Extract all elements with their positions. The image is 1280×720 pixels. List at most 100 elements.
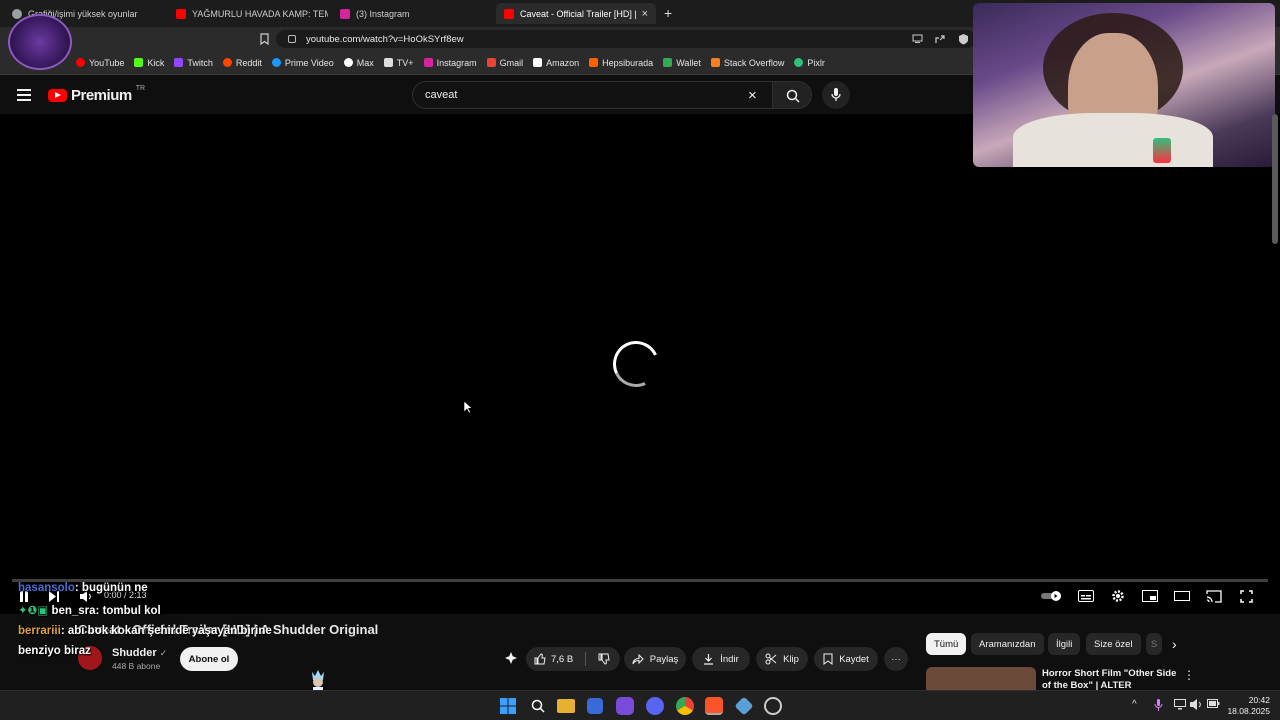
system-clock[interactable]: 20:42 18.08.2025 [1226, 695, 1270, 717]
recommendation-menu-icon[interactable]: ⋮ [1183, 668, 1195, 682]
chip-from-search[interactable]: Aramanızdan [971, 633, 1044, 655]
streamer-logo-overlay [8, 14, 72, 70]
search-icon [786, 89, 800, 103]
app-icon-3[interactable] [764, 697, 782, 715]
tab-favicon-icon [12, 8, 22, 19]
youtube-premium-logo[interactable]: Premium TR [48, 85, 145, 104]
share-button[interactable]: Paylaş [624, 647, 686, 671]
subscribe-button[interactable]: Abone ol [180, 647, 238, 671]
like-button[interactable]: 7,6 B [534, 653, 573, 665]
hamburger-menu-icon[interactable] [17, 89, 31, 101]
bookmark-instagram[interactable]: Instagram [423, 58, 477, 68]
video-player[interactable]: 0:00 / 2:13 [0, 114, 1280, 614]
app-icon-2[interactable] [734, 696, 754, 716]
settings-button[interactable] [1108, 586, 1128, 606]
recommendation-title[interactable]: Horror Short Film "Other Side of the Box… [1042, 668, 1180, 690]
bookmark-gmail[interactable]: Gmail [486, 58, 523, 68]
start-button[interactable] [498, 696, 518, 716]
channel-name[interactable]: Shudder ✓ [112, 647, 167, 659]
bookmark-wallet[interactable]: Wallet [663, 58, 701, 68]
microphone-icon[interactable] [1154, 699, 1163, 711]
youtube-favicon-icon [504, 8, 514, 19]
amazon-icon [533, 58, 543, 67]
page-scrollbar[interactable] [1272, 114, 1278, 244]
chip-for-you[interactable]: Size özel [1086, 633, 1141, 655]
cast-button[interactable] [1204, 586, 1224, 606]
bookmark-pixlr[interactable]: Pixlr [794, 58, 825, 68]
bookmark-max[interactable]: Max [343, 58, 374, 68]
voice-search-button[interactable] [822, 81, 850, 109]
progress-bar[interactable] [12, 579, 1268, 582]
youtube-favicon-icon [176, 8, 186, 19]
hepsiburada-icon [589, 58, 599, 67]
subscriber-count: 448 B abone [112, 661, 161, 671]
tab-instagram[interactable]: (3) Instagram [332, 3, 492, 24]
cast-icon [1206, 589, 1222, 603]
taskbar-search-button[interactable] [528, 696, 548, 716]
bookmark-twitch[interactable]: Twitch [174, 58, 213, 68]
discord-icon[interactable] [646, 697, 664, 715]
save-bookmark-icon [823, 653, 833, 665]
tab-label: (3) Instagram [356, 8, 410, 19]
fullscreen-button[interactable] [1236, 586, 1256, 606]
chip-all[interactable]: Tümü [926, 633, 967, 655]
share-icon[interactable] [934, 33, 946, 45]
bookmark-icon[interactable] [259, 33, 270, 45]
bookmark-youtube[interactable]: YouTube [76, 58, 124, 68]
webcam-figure-shirt [1013, 113, 1213, 167]
miniplayer-button[interactable] [1140, 586, 1160, 606]
chip-next-arrow-icon[interactable]: › [1172, 636, 1177, 652]
tab-camp-video[interactable]: YAĞMURLU HAVADA KAMP: TEMI [168, 3, 328, 24]
network-icon[interactable] [1174, 699, 1186, 710]
brave-browser-icon[interactable] [705, 697, 723, 715]
bookmark-kick[interactable]: Kick [134, 58, 164, 68]
speaker-icon[interactable] [1190, 699, 1202, 710]
bookmark-reddit[interactable]: Reddit [222, 58, 262, 68]
prime-video-icon [271, 58, 281, 67]
thumbs-down-icon[interactable] [598, 653, 610, 665]
save-button[interactable]: Kaydet [814, 647, 878, 671]
pixlr-icon [794, 58, 804, 67]
new-tab-button[interactable]: + [664, 5, 672, 21]
microsoft-store-icon[interactable] [587, 698, 603, 714]
bookmark-amazon[interactable]: Amazon [533, 58, 579, 68]
youtube-logo-icon [48, 89, 67, 102]
tab-caveat-trailer[interactable]: Caveat - Official Trailer [HD] | A S × [496, 3, 656, 24]
url-field[interactable]: youtube.com/watch?v=HoOkSYrf8ew [276, 30, 976, 48]
site-info-icon[interactable] [288, 35, 296, 43]
download-button[interactable]: İndir [692, 647, 750, 671]
reddit-icon [222, 58, 232, 67]
app-icon[interactable] [616, 697, 634, 715]
bookmark-hepsiburada[interactable]: Hepsiburada [589, 58, 653, 68]
search-button[interactable] [772, 81, 812, 109]
autoplay-toggle[interactable] [1040, 586, 1064, 606]
screen-cast-icon[interactable] [912, 34, 923, 44]
chip-related[interactable]: İlgili [1048, 633, 1081, 655]
chrome-icon[interactable] [676, 697, 694, 715]
more-actions-button[interactable]: ··· [884, 647, 908, 671]
verified-badge-icon: ✓ [159, 648, 168, 658]
search-input[interactable]: caveat [412, 81, 772, 109]
bookmark-tv-plus[interactable]: TV+ [383, 58, 414, 68]
chip-truncated[interactable]: S [1146, 633, 1162, 655]
chat-message: berrariii: abi bok kokan şehirde yaşayan… [18, 625, 272, 637]
search-icon [531, 699, 545, 713]
bookmark-stack-overflow[interactable]: Stack Overflow [710, 58, 784, 68]
recommendation-thumbnail[interactable] [926, 667, 1036, 691]
bookmark-prime-video[interactable]: Prime Video [271, 58, 334, 68]
like-dislike-group: 7,6 B [526, 647, 620, 671]
webcam-overlay [973, 3, 1275, 167]
clip-button[interactable]: Klip [756, 647, 808, 671]
file-explorer-icon[interactable] [557, 699, 575, 713]
close-tab-icon[interactable]: × [642, 8, 648, 20]
theater-mode-button[interactable] [1172, 586, 1192, 606]
subtitles-button[interactable] [1076, 586, 1096, 606]
brave-shield-icon[interactable] [958, 33, 969, 45]
fullscreen-icon [1239, 589, 1253, 603]
sparkle-ai-icon[interactable] [503, 651, 519, 667]
autoplay-toggle-icon [1041, 591, 1061, 601]
tray-overflow-icon[interactable]: ^ [1132, 699, 1137, 710]
miniplayer-icon [1142, 590, 1158, 602]
clear-search-icon[interactable]: × [748, 87, 757, 104]
battery-icon[interactable] [1207, 699, 1220, 709]
